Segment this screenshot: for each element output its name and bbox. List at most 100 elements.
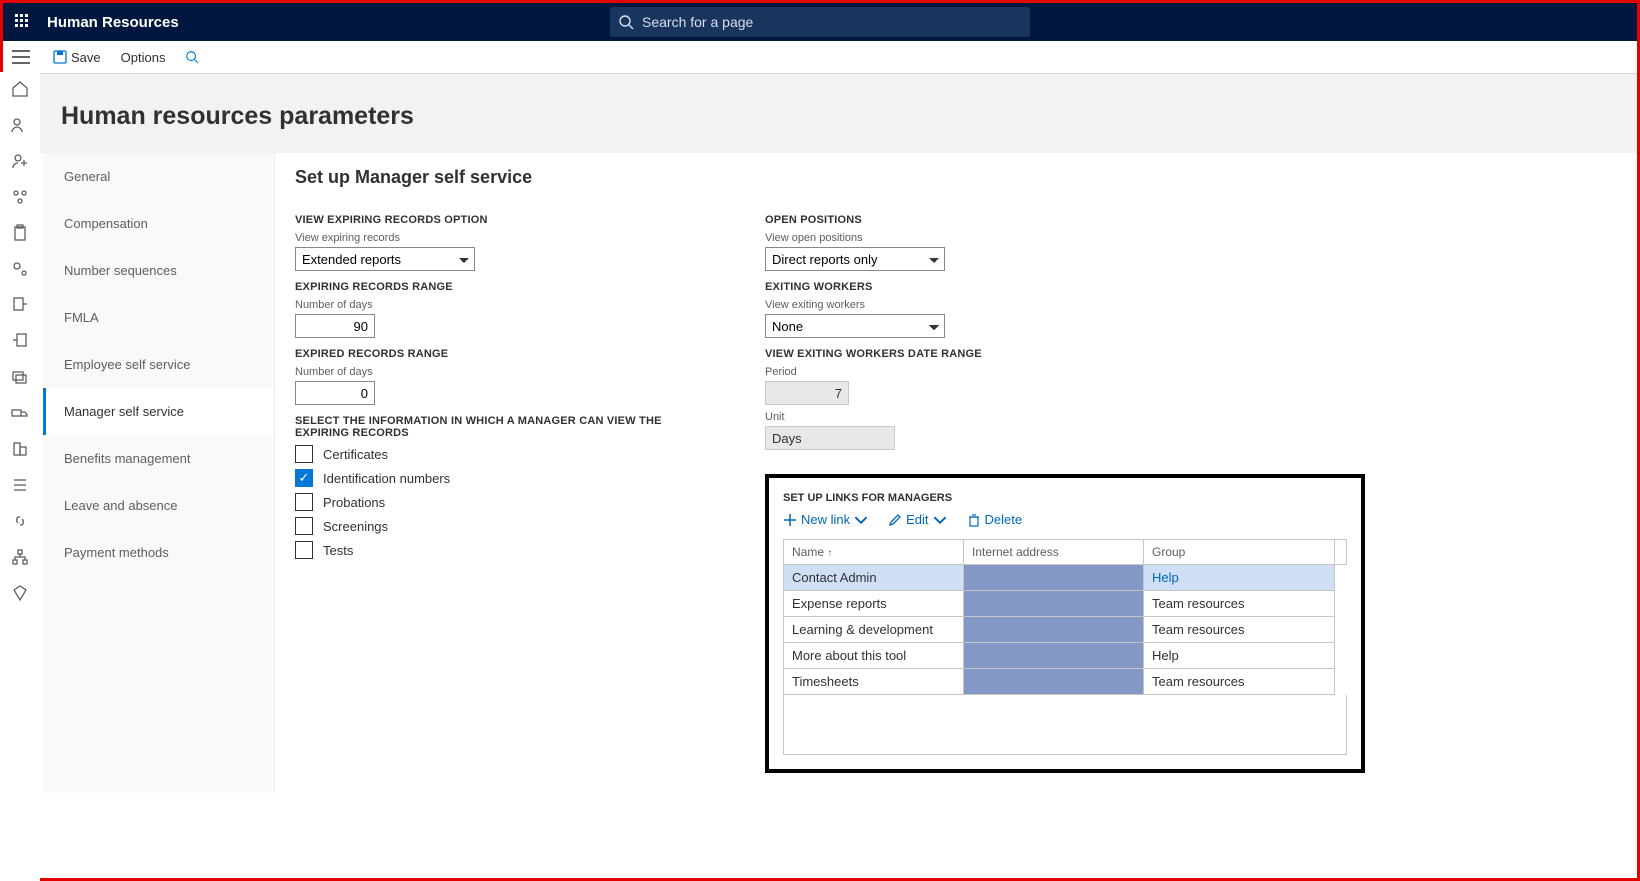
col-internet-address[interactable]: Internet address	[964, 540, 1144, 565]
sidenav-leave-absence[interactable]: Leave and absence	[43, 482, 274, 529]
chevron-down-icon	[933, 513, 947, 527]
cards-icon[interactable]	[11, 368, 29, 386]
cell-address	[964, 669, 1144, 695]
link-icon[interactable]	[11, 512, 29, 530]
cell-name: Timesheets	[784, 669, 964, 695]
manager-links-toolbar: New link Edit Delete	[783, 512, 1347, 527]
heart-tag-icon[interactable]	[11, 584, 29, 602]
check-probations-label: Probations	[323, 495, 385, 510]
manager-links-table: Name ↑ Internet address Group Contact Ad…	[783, 539, 1347, 695]
top-nav: Human Resources	[3, 3, 1637, 41]
home-icon[interactable]	[11, 80, 29, 98]
pencil-icon	[888, 513, 902, 527]
nav-rail	[0, 72, 40, 881]
check-tests[interactable]: Tests	[295, 541, 705, 559]
label-view-exiting: View exiting workers	[765, 299, 1365, 311]
label-view-expiring: View expiring records	[295, 232, 705, 244]
section-exiting-range: VIEW EXITING WORKERS DATE RANGE	[765, 348, 1365, 360]
hierarchy-icon[interactable]	[11, 548, 29, 566]
select-view-open[interactable]: Direct reports only	[765, 247, 945, 271]
field-unit: Days	[765, 426, 895, 450]
delete-link-button[interactable]: Delete	[967, 512, 1023, 527]
person-gear-icon[interactable]	[11, 260, 29, 278]
cell-name: Expense reports	[784, 591, 964, 617]
sidenav-payment-methods[interactable]: Payment methods	[43, 529, 274, 576]
new-link-button[interactable]: New link	[783, 512, 868, 527]
cell-address	[964, 565, 1144, 591]
edit-link-label: Edit	[906, 512, 928, 527]
edit-link-button[interactable]: Edit	[888, 512, 946, 527]
label-expired-days: Number of days	[295, 366, 705, 378]
sidenav-employee-self-service[interactable]: Employee self service	[43, 341, 274, 388]
table-row[interactable]: Learning & development Team resources	[784, 617, 1347, 643]
field-period: 7	[765, 381, 849, 405]
options-label: Options	[121, 50, 166, 65]
doc-left-icon[interactable]	[11, 332, 29, 350]
table-row[interactable]: Expense reports Team resources	[784, 591, 1347, 617]
section-expired-range: EXPIRED RECORDS RANGE	[295, 348, 705, 360]
col-name[interactable]: Name ↑	[784, 540, 964, 565]
cell-group: Help	[1144, 565, 1335, 591]
section-open-positions: OPEN POSITIONS	[765, 214, 1365, 226]
sidenav-fmla[interactable]: FMLA	[43, 294, 274, 341]
new-link-label: New link	[801, 512, 850, 527]
select-view-expiring[interactable]: Extended reports	[295, 247, 475, 271]
save-label: Save	[71, 50, 101, 65]
save-button[interactable]: Save	[53, 50, 101, 65]
table-row[interactable]: Contact Admin Help	[784, 565, 1347, 591]
people-icon[interactable]	[11, 116, 29, 134]
input-expired-days[interactable]	[295, 381, 375, 405]
label-period: Period	[765, 366, 1365, 378]
sidenav-benefits-management[interactable]: Benefits management	[43, 435, 274, 482]
cell-group: Team resources	[1144, 669, 1335, 695]
search-icon	[618, 14, 634, 30]
plus-icon	[783, 513, 797, 527]
app-title: Human Resources	[47, 14, 179, 31]
hamburger-icon[interactable]	[12, 50, 30, 64]
col-group[interactable]: Group	[1144, 540, 1335, 565]
sidenav-general[interactable]: General	[43, 153, 274, 200]
sidenav-number-sequences[interactable]: Number sequences	[43, 247, 274, 294]
cell-group: Help	[1144, 643, 1335, 669]
delete-link-label: Delete	[985, 512, 1023, 527]
input-expiring-days[interactable]	[295, 314, 375, 338]
check-screenings[interactable]: Screenings	[295, 517, 705, 535]
cell-address	[964, 643, 1144, 669]
label-unit: Unit	[765, 411, 1365, 423]
clipboard-icon[interactable]	[11, 224, 29, 242]
org-icon[interactable]	[11, 188, 29, 206]
building-icon[interactable]	[11, 440, 29, 458]
table-empty-area	[783, 695, 1347, 755]
left-column: VIEW EXPIRING RECORDS OPTION View expiri…	[295, 204, 705, 773]
chevron-down-icon	[854, 513, 868, 527]
global-search-input[interactable]	[610, 7, 1030, 37]
check-identification-numbers[interactable]: ✓Identification numbers	[295, 469, 705, 487]
cell-group: Team resources	[1144, 617, 1335, 643]
label-view-open: View open positions	[765, 232, 1365, 244]
doc-right-icon[interactable]	[11, 296, 29, 314]
cell-name: Contact Admin	[784, 565, 964, 591]
table-row[interactable]: Timesheets Team resources	[784, 669, 1347, 695]
section-select-info: SELECT THE INFORMATION IN WHICH A MANAGE…	[295, 415, 705, 439]
app-launcher-icon[interactable]	[15, 14, 31, 30]
sidenav-manager-self-service[interactable]: Manager self service	[43, 388, 274, 435]
table-row[interactable]: More about this tool Help	[784, 643, 1347, 669]
list-icon[interactable]	[11, 476, 29, 494]
section-manager-links: SET UP LINKS FOR MANAGERS	[783, 492, 1347, 504]
page-title: Human resources parameters	[61, 102, 1637, 131]
truck-icon[interactable]	[11, 404, 29, 422]
sidenav-compensation[interactable]: Compensation	[43, 200, 274, 247]
sort-asc-icon: ↑	[827, 548, 832, 559]
cell-group: Team resources	[1144, 591, 1335, 617]
check-certificates[interactable]: Certificates	[295, 445, 705, 463]
cell-address	[964, 617, 1144, 643]
check-probations[interactable]: Probations	[295, 493, 705, 511]
manager-links-panel: SET UP LINKS FOR MANAGERS New link Edit	[765, 474, 1365, 773]
select-view-exiting[interactable]: None	[765, 314, 945, 338]
find-icon[interactable]	[185, 50, 199, 64]
cell-address	[964, 591, 1144, 617]
person-plus-icon[interactable]	[11, 152, 29, 170]
section-expiring-range: EXPIRING RECORDS RANGE	[295, 281, 705, 293]
options-button[interactable]: Options	[121, 50, 166, 65]
main-area: General Compensation Number sequences FM…	[43, 153, 1637, 793]
